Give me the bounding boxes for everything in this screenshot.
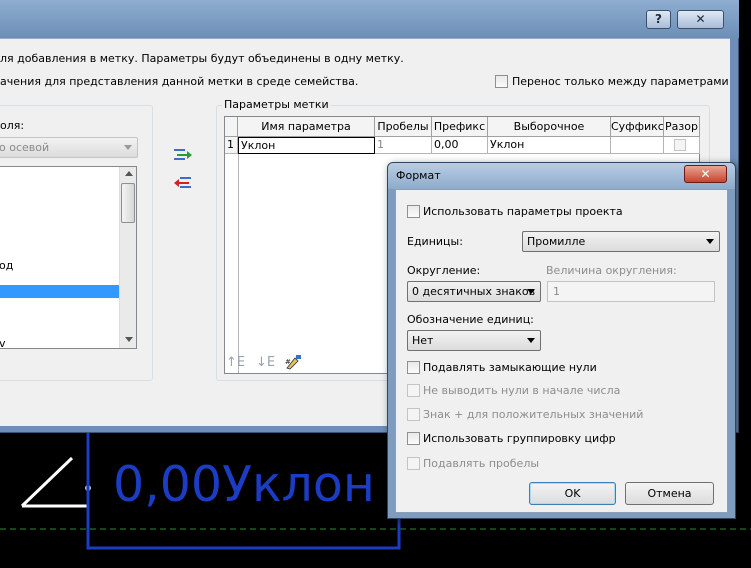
instruction-text-1: ля добавления в метку. Параметры будут о… — [0, 52, 404, 65]
scroll-down-icon[interactable] — [125, 337, 133, 342]
wrap-between-params-label: Перенос только между параметрами — [512, 75, 729, 88]
units-select[interactable]: Промилле — [522, 231, 720, 252]
table-header — [225, 117, 238, 137]
rounding-increment-input[interactable]: 1 — [547, 281, 715, 302]
svg-text:#: # — [285, 358, 291, 366]
use-project-settings-checkbox[interactable] — [407, 205, 420, 218]
cancel-button[interactable]: Отмена — [625, 482, 714, 505]
format-dialog-client: Использовать параметры проекта Единицы: … — [395, 189, 728, 513]
instruction-text-2: ачения для представления данной метки в … — [0, 75, 359, 88]
spaces-cell[interactable]: 1 — [375, 137, 432, 154]
tag-preview-text: 0,00Уклон — [113, 456, 375, 513]
available-params-list[interactable]: од v — [0, 166, 137, 350]
rounding-increment-label: Величина округления: — [546, 264, 677, 277]
list-scrollbar[interactable] — [119, 167, 136, 348]
table-header[interactable]: Префикс — [432, 117, 488, 137]
break-checkbox[interactable] — [674, 139, 686, 151]
main-titlebar[interactable]: ? ✕ — [0, 0, 739, 38]
category-select[interactable]: о осевой — [0, 137, 138, 158]
rounding-label: Округление: — [407, 264, 481, 277]
break-cell[interactable] — [664, 137, 700, 154]
ok-button[interactable]: OK — [529, 482, 616, 505]
table-header[interactable]: Суффикс — [611, 117, 664, 137]
suppress-trailing-zeros-checkbox[interactable] — [407, 361, 420, 374]
help-button[interactable]: ? — [646, 10, 671, 29]
digit-grouping-label: Использовать группировку цифр — [423, 432, 616, 445]
format-close-button[interactable]: ✕ — [684, 165, 727, 183]
close-button[interactable]: ✕ — [677, 10, 724, 29]
table-header[interactable]: Имя параметра — [238, 117, 375, 137]
rounding-select-value: 0 десятичных знаков — [412, 285, 536, 298]
scroll-thumb[interactable] — [121, 183, 135, 223]
row-number: 1 — [225, 137, 238, 154]
edit-format-icon[interactable]: # — [285, 354, 303, 370]
chevron-down-icon — [706, 239, 714, 244]
units-select-value: Промилле — [527, 235, 586, 248]
suppress-leading-zeros-label: Не выводить нули в начале числа — [423, 384, 621, 397]
unit-symbol-select[interactable]: Нет — [407, 330, 541, 351]
sample-value-cell[interactable]: Уклон — [488, 137, 611, 154]
unit-symbol-select-value: Нет — [412, 334, 434, 347]
param-name-cell[interactable]: Уклон — [238, 137, 375, 154]
remove-parameter-icon[interactable] — [173, 175, 193, 191]
list-item[interactable]: v — [0, 337, 6, 350]
suppress-spaces-label: Подавлять пробелы — [423, 457, 540, 470]
category-label: оля: — [0, 119, 25, 132]
format-dialog-titlebar[interactable]: Формат ✕ — [388, 163, 735, 189]
list-item-selected[interactable] — [0, 285, 119, 298]
column-divider — [238, 154, 239, 373]
tag-params-group-label: Параметры метки — [222, 98, 331, 111]
scroll-up-icon[interactable] — [125, 171, 133, 176]
table-header[interactable]: Выборочное — [488, 117, 611, 137]
suppress-spaces-checkbox[interactable] — [407, 457, 420, 470]
plus-sign-checkbox[interactable] — [407, 408, 420, 421]
chevron-down-icon — [124, 145, 132, 150]
category-select-value: о осевой — [0, 141, 50, 154]
slope-symbol-diagonal — [20, 456, 74, 508]
rounding-select[interactable]: 0 десятичных знаков — [407, 281, 541, 302]
use-project-settings-label: Использовать параметры проекта — [423, 205, 623, 218]
format-dialog: Формат ✕ Использовать параметры проекта … — [387, 162, 736, 519]
suffix-cell[interactable] — [611, 137, 664, 154]
table-header[interactable]: Разор — [664, 117, 700, 137]
prefix-cell[interactable]: 0,00 — [432, 137, 488, 154]
table-header[interactable]: Пробелы — [375, 117, 432, 137]
move-up-icon[interactable]: ↑E — [226, 355, 245, 370]
digit-grouping-checkbox[interactable] — [407, 432, 420, 445]
units-label: Единицы: — [407, 235, 463, 248]
list-item[interactable]: од — [0, 259, 13, 272]
suppress-leading-zeros-checkbox[interactable] — [407, 384, 420, 397]
move-down-icon[interactable]: ↓E — [256, 355, 275, 370]
chevron-down-icon — [527, 289, 535, 294]
plus-sign-label: Знак + для положительных значений — [423, 408, 644, 421]
chevron-down-icon — [527, 338, 535, 343]
wrap-between-params-checkbox[interactable] — [495, 75, 508, 88]
add-parameter-icon[interactable] — [173, 147, 193, 163]
suppress-trailing-zeros-label: Подавлять замыкающие нули — [423, 361, 597, 374]
unit-symbol-label: Обозначение единиц: — [407, 313, 534, 326]
format-dialog-title: Формат — [396, 169, 441, 182]
